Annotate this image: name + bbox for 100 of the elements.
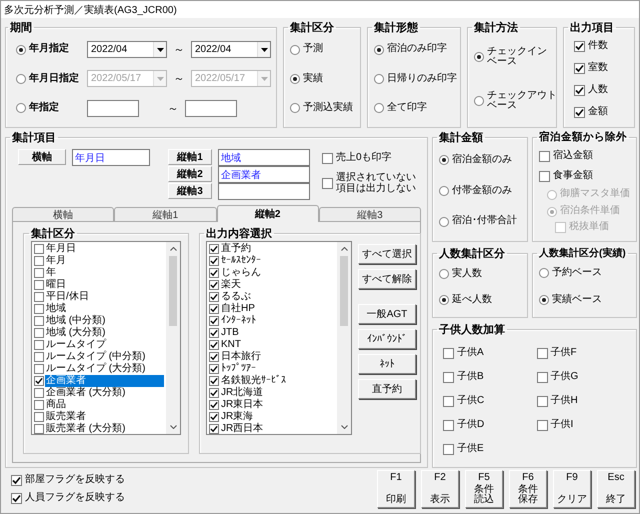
function-key-button[interactable]: F1 印刷 [377, 470, 415, 508]
checkbox[interactable] [209, 412, 219, 422]
radio-button[interactable] [374, 74, 384, 84]
checkbox[interactable] [443, 420, 454, 430]
checkbox[interactable] [34, 316, 44, 326]
checkbox[interactable] [536, 372, 548, 382]
date-dropdown[interactable]: 2022/04 [191, 41, 271, 58]
list-item-label[interactable]: JR北海道 [220, 387, 335, 399]
checkbox[interactable] [536, 396, 548, 406]
list-item-label[interactable]: 自社HP [220, 303, 335, 315]
checkbox[interactable] [539, 150, 550, 162]
radio-button[interactable] [474, 96, 484, 106]
checkbox[interactable] [209, 364, 219, 374]
checkbox[interactable] [574, 106, 585, 118]
checkbox[interactable] [34, 364, 44, 374]
list-item-label[interactable]: るるぶ [220, 291, 335, 303]
radio-button[interactable] [439, 186, 449, 196]
checkbox[interactable] [209, 352, 219, 362]
checkbox[interactable] [209, 304, 219, 314]
list-item-label[interactable]: JR西日本 [220, 423, 335, 434]
checkbox[interactable] [536, 420, 548, 430]
checkbox[interactable] [209, 292, 219, 302]
checkbox[interactable] [209, 316, 219, 326]
list-item-label[interactable]: 企画業者 (大分類) [45, 387, 164, 399]
tab[interactable]: 縦軸3 [318, 207, 421, 222]
list-action-button[interactable]: ｲﾝﾊﾞｳﾝﾄﾞ [358, 329, 416, 349]
checkbox[interactable] [322, 152, 333, 164]
list-item-label[interactable]: 商品 [45, 399, 164, 411]
list-item-label[interactable]: 名鉄観光ｻｰﾋﾞｽ [220, 375, 335, 387]
list-action-button[interactable]: すべて解除 [358, 269, 416, 289]
checkbox[interactable] [209, 340, 219, 350]
checkbox[interactable] [539, 170, 550, 182]
radio-button[interactable] [290, 74, 300, 84]
checkbox[interactable] [574, 62, 585, 74]
function-key-button[interactable]: F5 条件 読込 [465, 470, 503, 508]
radio-button[interactable] [439, 295, 449, 305]
checkbox[interactable] [34, 328, 44, 338]
checkbox[interactable] [209, 268, 219, 278]
checkbox[interactable] [34, 244, 44, 254]
function-key-button[interactable]: F2 表示 [421, 470, 459, 508]
list-action-button[interactable]: 一般AGT [358, 304, 416, 324]
list-item-label[interactable]: 曜日 [45, 279, 164, 291]
scroll-thumb[interactable] [169, 256, 177, 326]
checkbox[interactable] [11, 474, 22, 486]
radio-button[interactable] [439, 216, 449, 227]
radio-button[interactable] [539, 294, 549, 305]
checkbox[interactable] [11, 492, 22, 504]
checkbox[interactable] [443, 372, 454, 382]
checkbox[interactable] [209, 244, 219, 254]
scrollbar[interactable] [337, 242, 351, 434]
checkbox[interactable] [209, 424, 219, 434]
radio-button[interactable] [290, 103, 300, 114]
checkbox[interactable] [34, 292, 44, 302]
list-item-label[interactable]: 地域 (大分類) [45, 327, 164, 339]
checkbox[interactable] [34, 424, 44, 434]
radio-button[interactable] [374, 44, 384, 55]
list-item-label[interactable]: 直予約 [220, 243, 335, 255]
checkbox[interactable] [34, 352, 44, 362]
checkbox[interactable] [34, 412, 44, 422]
checkbox[interactable] [34, 376, 44, 386]
checkbox[interactable] [209, 328, 219, 338]
tab[interactable]: 横軸 [12, 207, 114, 222]
radio-button[interactable] [439, 155, 449, 166]
list-item-label[interactable]: KNT [220, 339, 335, 351]
list-item-label[interactable]: 地域 [45, 303, 164, 315]
checkbox[interactable] [209, 376, 219, 386]
list-item-label[interactable]: JR東日本 [220, 399, 335, 411]
radio-button[interactable] [474, 52, 484, 62]
checkbox[interactable] [536, 348, 548, 358]
list-item-label[interactable]: じゃらん [220, 267, 335, 279]
date-dropdown[interactable]: 2022/04 [87, 41, 167, 58]
list-action-button[interactable]: 直予約 [358, 379, 416, 399]
checkbox[interactable] [34, 256, 44, 266]
list-item-label[interactable]: ﾄｯﾌﾟﾂｱｰ [220, 363, 335, 375]
checkbox[interactable] [34, 400, 44, 410]
checkbox[interactable] [574, 40, 585, 52]
list-item-label[interactable]: 販売業者 [45, 411, 164, 423]
scrollbar[interactable] [166, 242, 180, 434]
list-item-label[interactable]: ルームタイプ (中分類) [45, 351, 164, 363]
year-field[interactable] [185, 100, 237, 117]
list-item-label[interactable]: JR東海 [220, 411, 335, 423]
checkbox[interactable] [34, 388, 44, 398]
checkbox[interactable] [574, 84, 585, 96]
function-key-button[interactable]: F6 条件 保存 [509, 470, 547, 508]
tab[interactable]: 縦軸2 [216, 205, 319, 222]
list-item-label[interactable]: 年 [45, 267, 164, 279]
checkbox[interactable] [322, 178, 333, 189]
function-key-button[interactable]: F9 クリア [553, 470, 591, 508]
list-item-label[interactable]: ルームタイプ (大分類) [45, 363, 164, 375]
checkbox[interactable] [34, 340, 44, 350]
checkbox[interactable] [443, 348, 454, 358]
list-item-label[interactable]: 楽天 [220, 279, 335, 291]
list-item-label[interactable]: ルームタイプ [45, 339, 164, 351]
list-item-label[interactable]: 日本旅行 [220, 351, 335, 363]
list-item-label[interactable]: JTB [220, 327, 335, 339]
list-item-label[interactable]: 年月日 [45, 243, 164, 255]
list-action-button[interactable]: ﾈｯﾄ [358, 354, 416, 374]
checkbox[interactable] [209, 388, 219, 398]
axis-value-field[interactable]: 企画業者 [218, 166, 310, 183]
radio-button[interactable] [16, 44, 26, 55]
